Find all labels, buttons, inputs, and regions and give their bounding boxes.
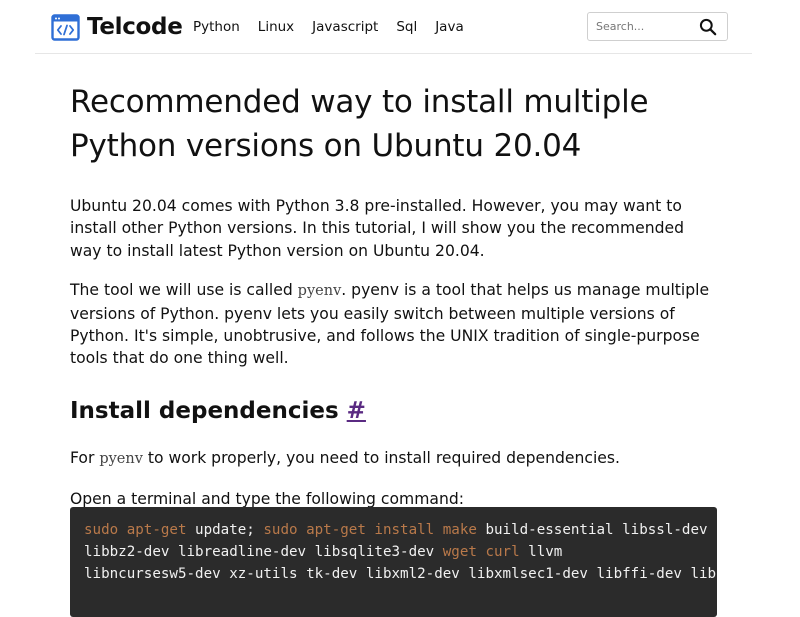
- search-input[interactable]: [596, 14, 696, 39]
- header-divider: [35, 53, 752, 54]
- article: Recommended way to install multiple Pyth…: [70, 80, 720, 511]
- nav-link-sql[interactable]: Sql: [396, 17, 417, 37]
- nav-link-javascript[interactable]: Javascript: [312, 17, 378, 37]
- code-text: llvm: [519, 544, 563, 560]
- brand-logo[interactable]: Telcode: [51, 12, 183, 42]
- nav-link-java[interactable]: Java: [435, 17, 464, 37]
- deps-text-before: For: [70, 448, 100, 467]
- code-keyword: wget curl: [442, 544, 520, 560]
- search-icon[interactable]: [699, 18, 717, 36]
- page-title: Recommended way to install multiple Pyth…: [70, 84, 649, 164]
- code-text: update;: [186, 522, 264, 538]
- pyenv-paragraph: The tool we will use is called pyenv. py…: [70, 279, 720, 370]
- pyenv-text-before: The tool we will use is called: [70, 281, 298, 300]
- site-header: Telcode Python Linux Javascript Sql Java: [0, 0, 800, 54]
- search-box: [587, 12, 728, 41]
- code-keyword: sudo apt-get: [84, 522, 187, 538]
- inline-code-pyenv-2: pyenv: [99, 450, 143, 467]
- code-keyword: sudo apt-get install make: [263, 522, 477, 538]
- nav-link-python[interactable]: Python: [193, 17, 240, 37]
- dependencies-paragraph: For pyenv to work properly, you need to …: [70, 447, 720, 470]
- code-block[interactable]: sudo apt-get update; sudo apt-get instal…: [70, 507, 717, 617]
- code-text: build-essential libssl-dev zlib1g-dev: [485, 522, 717, 538]
- section-heading-text: Install dependencies: [70, 397, 339, 424]
- section-anchor-link[interactable]: #: [347, 398, 366, 424]
- code-window-icon: [51, 13, 80, 41]
- nav-link-linux[interactable]: Linux: [258, 17, 294, 37]
- intro-paragraph: Ubuntu 20.04 comes with Python 3.8 pre-i…: [70, 197, 685, 260]
- code-text: libncursesw5-dev xz-utils tk-dev libxml2…: [84, 566, 717, 582]
- code-text: libbz2-dev libreadline-dev libsqlite3-de…: [84, 544, 443, 560]
- deps-text-after: to work properly, you need to install re…: [142, 448, 620, 467]
- main-nav: Python Linux Javascript Sql Java: [193, 17, 482, 37]
- brand-name: Telcode: [87, 14, 183, 40]
- code-content: sudo apt-get update; sudo apt-get instal…: [70, 507, 717, 585]
- section-heading-install-dependencies: Install dependencies #: [70, 395, 720, 427]
- inline-code-pyenv: pyenv: [297, 283, 342, 300]
